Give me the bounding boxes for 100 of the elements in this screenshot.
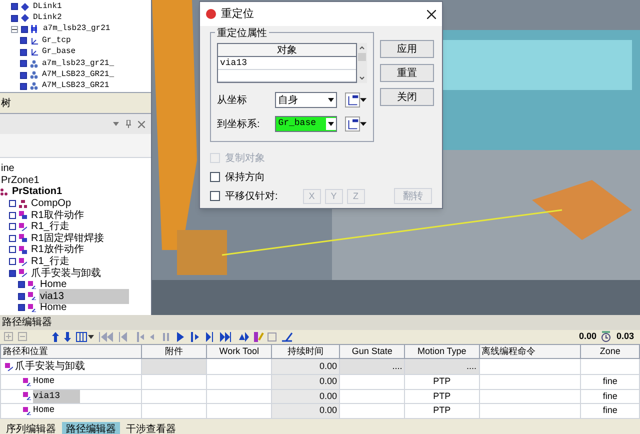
tree-tab[interactable]: 树: [1, 96, 11, 110]
tree-checkbox[interactable]: [9, 270, 16, 277]
scrollbar[interactable]: [357, 43, 367, 83]
tree-checkbox[interactable]: [9, 223, 16, 230]
tree-checkbox[interactable]: [9, 246, 16, 254]
path-icon: [19, 258, 27, 266]
arrow-down-icon[interactable]: [64, 332, 71, 342]
checkbox-label: 保持方向: [225, 170, 265, 184]
location-icon: [23, 378, 31, 386]
table-cell: ....: [404, 358, 480, 374]
location-icon: [23, 406, 31, 415]
tree-item[interactable]: a7m_lsb23_gr21: [42, 23, 112, 36]
bottom-tab[interactable]: 序列编辑器: [2, 422, 60, 434]
tree-checkbox[interactable]: [9, 200, 16, 208]
dialog-title: 重定位: [221, 6, 255, 22]
table-cell: fine: [580, 404, 640, 418]
panel-title: 路径编辑器: [2, 316, 52, 330]
tree-checkbox[interactable]: [11, 3, 18, 10]
table-cell: 0.00: [272, 389, 340, 404]
tree-checkbox[interactable]: [20, 37, 27, 44]
tree-item[interactable]: DLink2: [32, 12, 63, 24]
tree-item[interactable]: DLink1: [32, 0, 63, 13]
tree-item[interactable]: Gr_tcp: [41, 34, 72, 47]
row-name[interactable]: via13: [33, 390, 80, 403]
arrow-up-icon[interactable]: [52, 332, 59, 342]
checkbox[interactable]: [210, 191, 220, 201]
robot-icon: [31, 25, 39, 34]
tree-item[interactable]: Gr_base: [41, 46, 77, 58]
tree-checkbox[interactable]: [18, 292, 25, 300]
bottom-tab[interactable]: 路径编辑器: [62, 422, 120, 434]
step-value: 0.03: [616, 330, 635, 343]
close-icon[interactable]: [427, 10, 436, 18]
playback-controls-icon[interactable]: [99, 332, 249, 342]
column-header[interactable]: 离线编程命令: [479, 344, 581, 358]
path-icon: [19, 269, 27, 278]
column-header[interactable]: Work Tool: [206, 344, 272, 358]
tree-checkbox[interactable]: [9, 234, 16, 242]
tree-item[interactable]: A7M_LSB23_GR21_: [41, 69, 116, 82]
row-name[interactable]: Home: [33, 404, 55, 418]
frame-icon: [30, 48, 38, 56]
dropdown-icon[interactable]: [113, 122, 119, 126]
table-cell: PTP: [404, 389, 480, 404]
timer-icon[interactable]: [601, 331, 612, 342]
column-header[interactable]: 持续时间: [272, 344, 340, 358]
compound-icon: [19, 200, 27, 208]
table-cell: PTP: [404, 374, 480, 389]
operation-icon: [19, 234, 27, 242]
frame-picker-icon[interactable]: [345, 116, 360, 132]
operation-icon: [19, 246, 27, 254]
tree-checkbox[interactable]: [20, 72, 27, 79]
expander-icon[interactable]: [11, 26, 18, 33]
part-icon: [30, 60, 38, 68]
tree-checkbox[interactable]: [20, 60, 27, 68]
tree-checkbox[interactable]: [11, 14, 18, 22]
location-icon: [28, 292, 36, 300]
table-cell: ....: [340, 358, 405, 374]
column-header[interactable]: Motion Type: [404, 344, 480, 358]
tree-checkbox[interactable]: [20, 82, 27, 90]
tree-item[interactable]: R1放件动作: [30, 242, 85, 258]
dialog-button[interactable]: 重置: [380, 64, 434, 82]
list-row[interactable]: via13: [218, 57, 356, 70]
tree-checkbox[interactable]: [9, 212, 16, 219]
row-name[interactable]: Home: [33, 375, 55, 388]
checkbox[interactable]: [210, 172, 220, 182]
dropdown-field[interactable]: 自身: [275, 92, 338, 108]
frame-picker-icon[interactable]: [345, 92, 360, 108]
part-icon: [30, 82, 38, 90]
table-cell: fine: [580, 374, 640, 389]
column-header[interactable]: Zone: [580, 344, 640, 358]
tree-checkbox[interactable]: [9, 258, 16, 266]
bottom-tab[interactable]: 干涉查看器: [122, 422, 180, 434]
table-cell: 0.00: [272, 404, 340, 418]
tree-item[interactable]: A7M_LSB23_GR21: [41, 80, 110, 92]
path-icon: [5, 362, 13, 370]
column-header[interactable]: 附件: [141, 344, 207, 358]
table-cell: 0.00: [272, 374, 340, 389]
tree-checkbox[interactable]: [21, 26, 28, 33]
caret-icon[interactable]: [326, 118, 336, 130]
dialog-button[interactable]: 关闭: [380, 88, 434, 106]
field-label: 到坐标系:: [217, 118, 261, 132]
field-label: 从坐标: [217, 94, 248, 108]
columns-icon[interactable]: [76, 332, 94, 342]
tree-checkbox[interactable]: [20, 48, 27, 56]
dialog-button[interactable]: 应用: [380, 40, 434, 58]
tree-checkbox[interactable]: [18, 281, 25, 288]
location-icon: [28, 280, 36, 289]
table-cell: 0.00: [272, 358, 340, 374]
dropdown-field[interactable]: Gr_base: [275, 116, 338, 132]
column-header[interactable]: 路径和位置: [0, 344, 142, 358]
operation-icon: [19, 211, 27, 220]
tree-item[interactable]: via13: [39, 288, 129, 304]
pin-icon[interactable]: [126, 120, 131, 128]
column-header: 对象: [218, 44, 356, 57]
table-cell: PTP: [404, 404, 480, 418]
tree-checkbox[interactable]: [18, 304, 25, 312]
table-cell: fine: [580, 389, 640, 404]
reposition-icon: [206, 9, 216, 19]
column-header[interactable]: Gun State: [340, 344, 405, 358]
time-value: 0.00: [578, 330, 596, 343]
tree-item[interactable]: a7m_lsb23_gr21_: [41, 58, 116, 70]
